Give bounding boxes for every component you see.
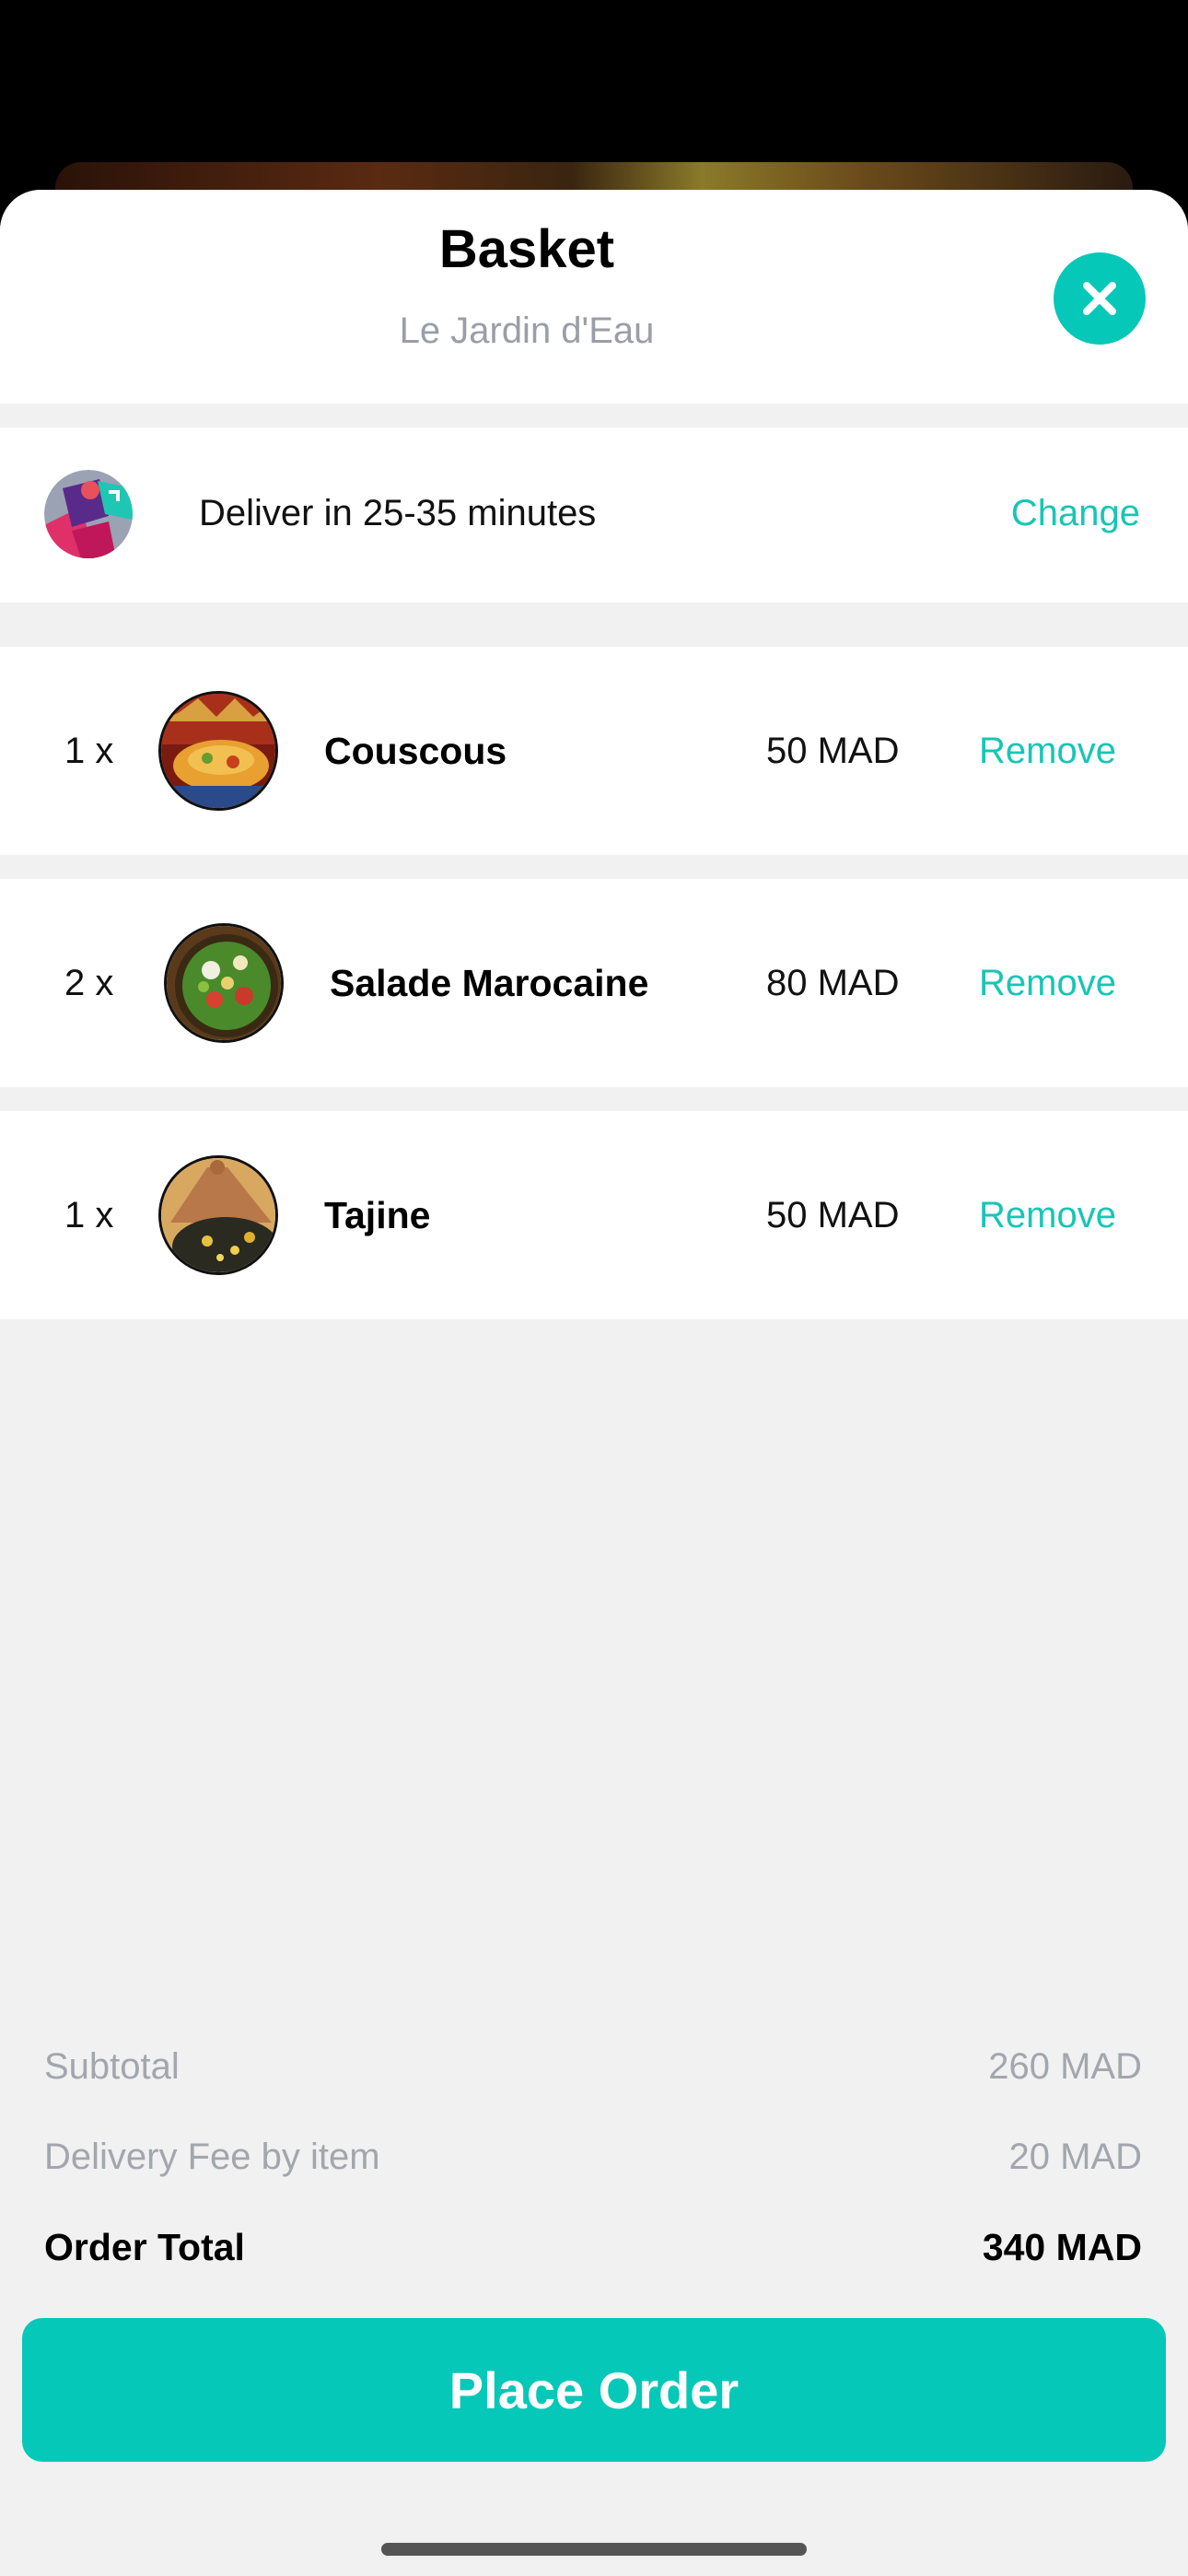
couscous-image [158, 691, 278, 811]
change-delivery-button[interactable]: Change [1011, 490, 1140, 536]
item-quantity: 1 x [64, 731, 114, 771]
order-total-value: 340 MAD [982, 2226, 1142, 2268]
item-name: Salade Marocaine [330, 962, 649, 1004]
order-total-label: Order Total [44, 2226, 245, 2268]
item-name: Couscous [324, 730, 507, 772]
item-price: 80 MAD [766, 963, 900, 1003]
delivery-fee-value: 20 MAD [1008, 2137, 1143, 2177]
delivery-fee-label: Delivery Fee by item [44, 2137, 380, 2177]
basket-sheet: Basket Le Jardin d'Eau Deliver in 25-35 … [0, 190, 1188, 2576]
basket-item: 2 x Salade Marocaine 80 MAD Remove [0, 879, 1188, 1087]
place-order-button[interactable]: Place Order [22, 2318, 1166, 2462]
item-price: 50 MAD [766, 1195, 900, 1235]
salad-image [164, 923, 284, 1043]
close-button[interactable] [1054, 252, 1146, 345]
remove-item-button[interactable]: Remove [979, 960, 1116, 1006]
delivery-time-row: Deliver in 25-35 minutes Change [0, 427, 1188, 603]
remove-item-button[interactable]: Remove [979, 1192, 1116, 1238]
page-title: Basket [438, 219, 615, 279]
delivery-time-text: Deliver in 25-35 minutes [199, 493, 597, 533]
basket-item: 1 x Couscous 50 MAD Remove [0, 647, 1188, 855]
item-price: 50 MAD [766, 731, 900, 771]
tajine-image [158, 1155, 278, 1275]
subtotal-label: Subtotal [44, 2046, 180, 2087]
item-name: Tajine [324, 1194, 431, 1236]
basket-item: 1 x Tajine 50 MAD Remove [0, 1111, 1188, 1319]
subtotal-value: 260 MAD [988, 2046, 1142, 2087]
item-quantity: 1 x [64, 1195, 114, 1235]
close-icon [1083, 282, 1116, 315]
item-quantity: 2 x [64, 963, 114, 1003]
courier-avatar-icon [44, 470, 133, 558]
basket-header: Basket Le Jardin d'Eau [0, 190, 1188, 404]
restaurant-name: Le Jardin d'Eau [399, 310, 655, 351]
home-indicator[interactable] [381, 2543, 807, 2556]
remove-item-button[interactable]: Remove [979, 728, 1116, 774]
